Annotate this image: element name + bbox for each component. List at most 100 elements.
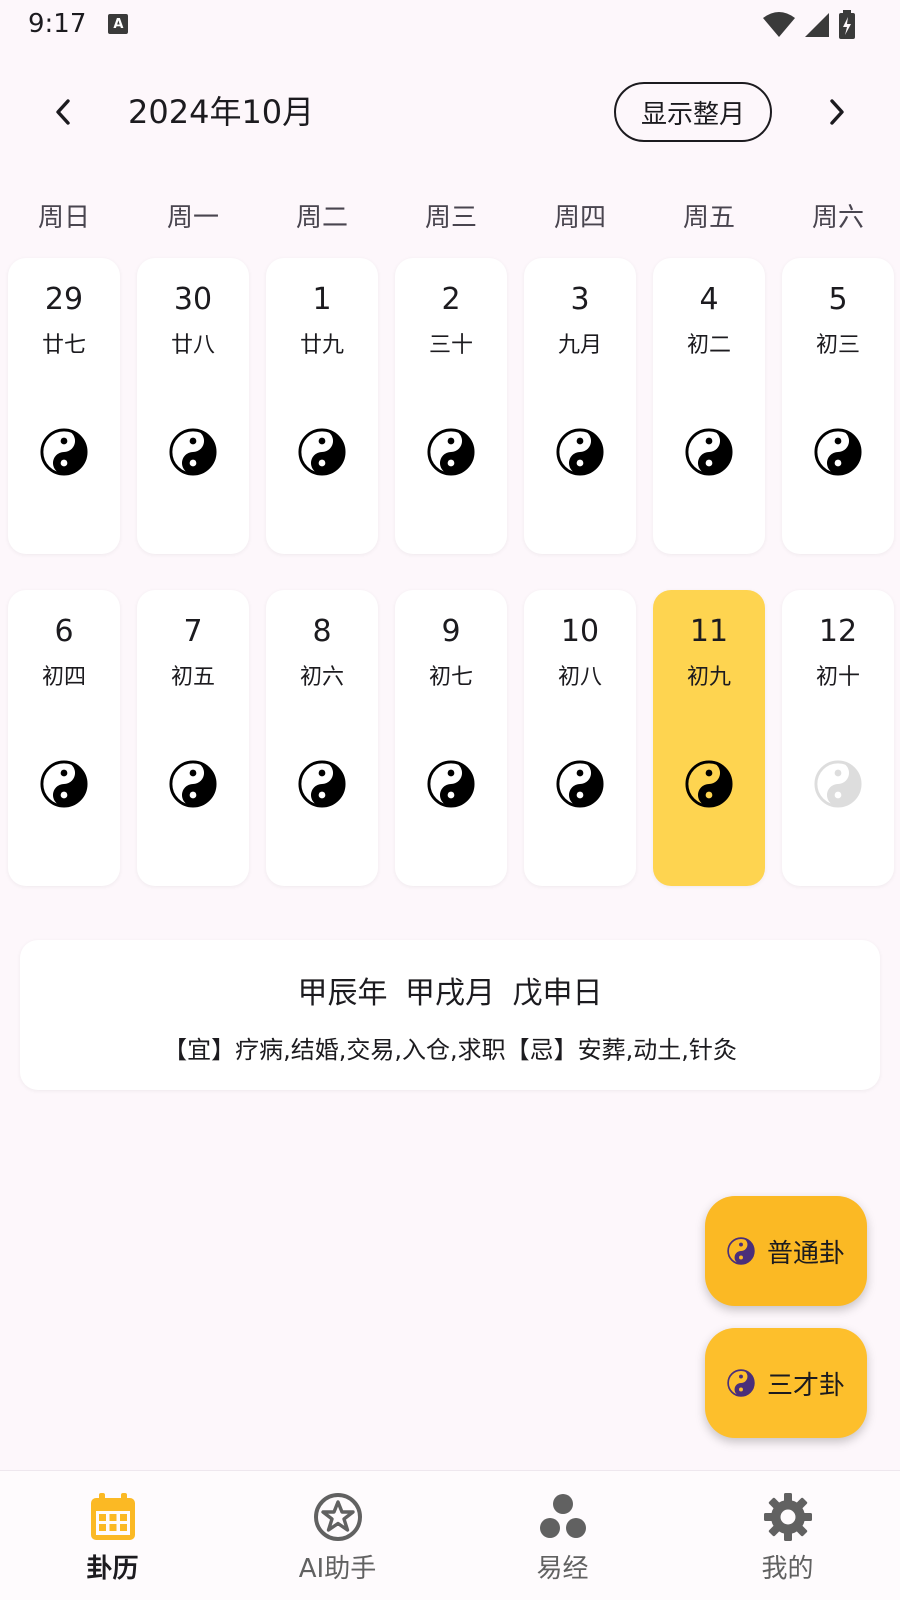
nav-label: AI助手 <box>298 1554 377 1584</box>
nav-item-mine[interactable]: 我的 <box>675 1471 900 1600</box>
day-number: 9 <box>441 614 461 649</box>
yin-yang-icon <box>298 428 346 476</box>
lunar-date: 初五 <box>170 665 215 690</box>
fab-label: 普通卦 <box>766 1238 845 1269</box>
chevron-right-icon <box>830 99 844 125</box>
day-number: 12 <box>818 614 858 649</box>
day-cell[interactable]: 29 廿七 <box>8 258 120 554</box>
star-circle-icon <box>314 1493 362 1541</box>
weekday-label: 周一 <box>166 203 219 233</box>
nav-item-gua-calendar[interactable]: 卦历 <box>0 1471 225 1600</box>
nav-label: 卦历 <box>86 1554 139 1584</box>
chevron-left-icon <box>56 99 70 125</box>
weekday-label: 周日 <box>37 203 90 233</box>
day-number: 1 <box>312 282 332 317</box>
show-full-month-button[interactable]: 显示整月 <box>614 82 772 142</box>
lunar-date: 初六 <box>299 665 344 690</box>
yin-yang-icon <box>556 428 604 476</box>
day-cell[interactable]: 1 廿九 <box>266 258 378 554</box>
three-dots-icon <box>540 1494 586 1538</box>
yin-yang-icon <box>40 760 88 808</box>
status-bar: 9:17 A <box>0 0 900 48</box>
lunar-date: 初二 <box>686 333 731 358</box>
normal-divination-button[interactable]: 普通卦 <box>705 1196 867 1306</box>
battery-icon <box>839 10 855 39</box>
day-number: 4 <box>699 282 719 317</box>
day-cell[interactable]: 7 初五 <box>137 590 249 886</box>
weekday-label: 周五 <box>682 203 735 233</box>
prev-month-button[interactable] <box>42 90 86 134</box>
ganzhi-text: 甲辰年 甲戌月 戊申日 <box>297 976 603 1011</box>
yin-yang-icon <box>814 760 862 808</box>
fab-label: 三才卦 <box>766 1370 845 1401</box>
day-number: 29 <box>44 282 84 317</box>
day-number: 2 <box>441 282 461 317</box>
yin-yang-icon <box>169 760 217 808</box>
lunar-date: 初九 <box>686 665 731 690</box>
yin-yang-icon <box>427 760 475 808</box>
nav-item-yijing[interactable]: 易经 <box>450 1471 675 1600</box>
nav-label: 我的 <box>761 1554 814 1584</box>
next-month-button[interactable] <box>814 90 858 134</box>
day-cell[interactable]: 9 初七 <box>395 590 507 886</box>
gear-icon <box>764 1493 812 1541</box>
weekday-label: 周四 <box>553 203 606 233</box>
lunar-date: 初四 <box>41 665 86 690</box>
weekday-row: 周日 周一 周二 周三 周四 周五 周六 <box>0 196 900 240</box>
day-info-card: 甲辰年 甲戌月 戊申日 【宜】疗病,结婚,交易,入仓,求职【忌】安葬,动土,针灸 <box>20 940 880 1090</box>
lunar-date: 初七 <box>428 665 473 690</box>
yin-yang-icon <box>685 428 733 476</box>
wifi-icon <box>763 12 795 37</box>
status-time: 9:17 <box>28 9 87 39</box>
day-cell[interactable]: 12 初十 <box>782 590 894 886</box>
day-cell[interactable]: 4 初二 <box>653 258 765 554</box>
status-icons <box>762 10 856 40</box>
day-number: 5 <box>828 282 848 317</box>
lunar-date: 初八 <box>557 665 602 690</box>
nav-item-ai-assistant[interactable]: AI助手 <box>225 1471 450 1600</box>
day-number: 10 <box>560 614 600 649</box>
day-number: 7 <box>183 614 203 649</box>
sancai-divination-button[interactable]: 三才卦 <box>705 1328 867 1438</box>
yin-yang-icon <box>298 760 346 808</box>
yin-yang-icon <box>685 760 733 808</box>
day-number: 30 <box>173 282 213 317</box>
day-cell[interactable]: 5 初三 <box>782 258 894 554</box>
day-number: 6 <box>54 614 74 649</box>
month-title: 2024年10月 <box>128 93 315 131</box>
day-cell[interactable]: 8 初六 <box>266 590 378 886</box>
day-number: 3 <box>570 282 590 317</box>
lunar-date: 廿九 <box>299 333 344 358</box>
bottom-navigation: 卦历 AI助手 易经 我的 <box>0 1470 900 1600</box>
yi-ji-text: 【宜】疗病,结婚,交易,入仓,求职【忌】安葬,动土,针灸 <box>163 1036 737 1064</box>
nav-label: 易经 <box>536 1554 589 1584</box>
yin-yang-icon <box>727 1237 755 1265</box>
day-number: 8 <box>312 614 332 649</box>
yin-yang-icon <box>169 428 217 476</box>
weekday-label: 周六 <box>811 203 864 233</box>
lunar-date: 廿八 <box>170 333 215 358</box>
lunar-date: 初三 <box>815 333 860 358</box>
yin-yang-icon <box>427 428 475 476</box>
yin-yang-icon <box>40 428 88 476</box>
lunar-date: 三十 <box>428 333 473 358</box>
signal-icon <box>805 13 829 37</box>
keyboard-a-icon: A <box>108 14 129 34</box>
weekday-label: 周二 <box>295 203 348 233</box>
yin-yang-icon <box>814 428 862 476</box>
lunar-date: 廿七 <box>41 333 86 358</box>
yin-yang-icon <box>556 760 604 808</box>
calendar-icon <box>91 1493 135 1540</box>
lunar-date: 九月 <box>557 333 602 358</box>
day-number: 11 <box>689 614 729 649</box>
weekday-label: 周三 <box>424 203 477 233</box>
yin-yang-icon <box>727 1369 755 1397</box>
day-cell-selected[interactable]: 11 初九 <box>653 590 765 886</box>
day-cell[interactable]: 6 初四 <box>8 590 120 886</box>
day-cell[interactable]: 30 廿八 <box>137 258 249 554</box>
calendar-header: 2024年10月 显示整月 <box>0 80 900 144</box>
lunar-date: 初十 <box>815 665 860 690</box>
day-cell[interactable]: 10 初八 <box>524 590 636 886</box>
day-cell[interactable]: 2 三十 <box>395 258 507 554</box>
day-cell[interactable]: 3 九月 <box>524 258 636 554</box>
